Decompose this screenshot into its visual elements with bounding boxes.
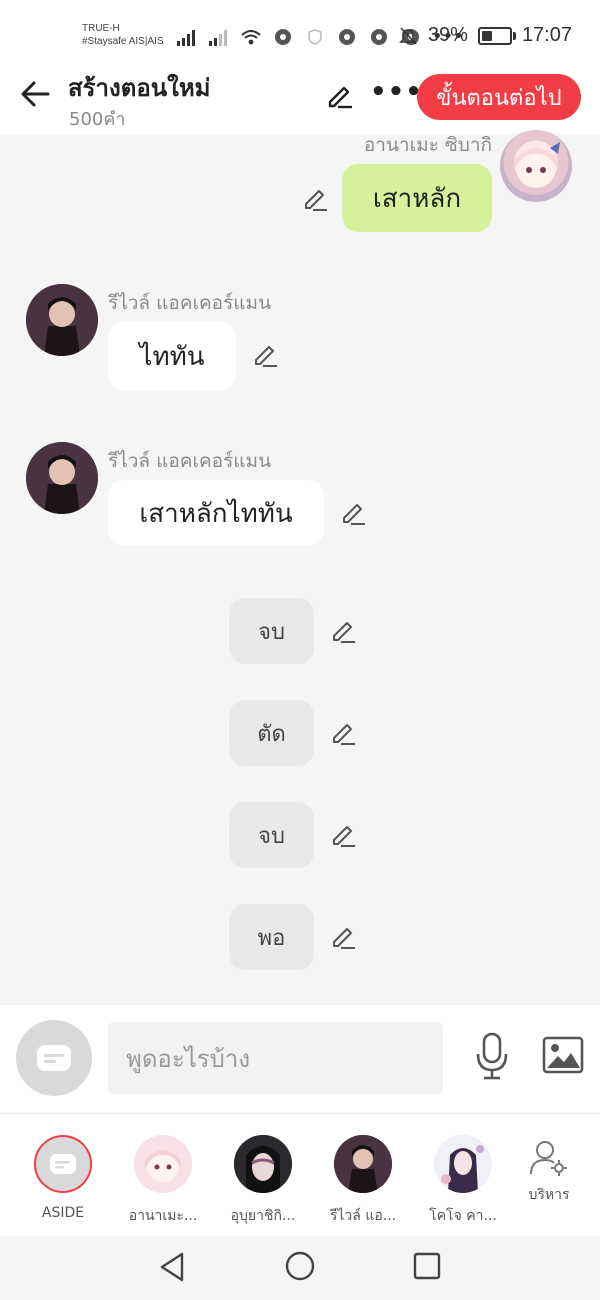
aside-avatar [34,1135,92,1193]
character-label: รีไวล์ แอ... [329,1208,397,1224]
chat-bubble-icon [50,1154,76,1174]
edit-narration-pencil-icon[interactable] [328,922,358,952]
image-icon[interactable] [542,1036,584,1074]
narration-bubble[interactable]: ตัด [229,700,314,766]
avatar-levi[interactable] [26,442,98,514]
avatar-anime-girl[interactable] [500,130,572,202]
avatar-anime-girl-icon [145,1150,181,1182]
edit-narration-pencil-icon[interactable] [328,616,358,646]
back-triangle-icon[interactable] [156,1250,188,1284]
character-anime-girl[interactable]: อานาเมะ... [118,1135,208,1227]
microphone-icon[interactable] [474,1032,510,1080]
avatar-kocho-icon [434,1135,492,1193]
message-input[interactable]: พูดอะไรบ้าง [108,1022,443,1094]
avatar-levi-icon [26,284,98,356]
battery-icon [477,26,516,45]
character-label: บริหาร [528,1187,570,1203]
battery-percent: 39% [427,24,468,46]
edit-title-pencil-icon[interactable] [324,80,354,110]
wifi-icon [241,29,261,44]
top-bar: สร้างตอนใหม่ 500คำ ••• ขั้นตอนต่อไป [0,62,600,134]
chrome-icon [371,28,387,45]
character-label: โคโจ คา... [429,1208,497,1224]
avatar [434,1135,492,1193]
more-options-icon[interactable]: ••• [370,79,423,105]
character-levi[interactable]: รีไวล์ แอ... [318,1135,408,1227]
chrome-icon [339,28,355,45]
avatar-levi-icon [26,442,98,514]
chrome-icon [275,28,291,45]
edit-narration-pencil-icon[interactable] [328,820,358,850]
edit-narration-pencil-icon[interactable] [328,718,358,748]
page-title: สร้างตอนใหม่ [68,74,211,102]
home-circle-icon[interactable] [284,1250,316,1282]
next-step-button[interactable]: ขั้นตอนต่อไป [417,74,581,120]
recents-square-icon[interactable] [412,1251,442,1281]
status-right: 39% 17:07 [398,24,572,47]
avatar [134,1135,192,1193]
character-ubuyashiki[interactable]: อุบุยาชิกิ... [218,1135,308,1227]
character-kocho[interactable]: โคโจ คา... [418,1135,508,1227]
shield-icon [308,28,322,45]
signal-icon [209,29,227,46]
back-arrow-icon[interactable] [18,76,54,112]
user-settings-icon [530,1141,567,1176]
battery-level [481,30,492,41]
clock: 17:07 [521,24,572,46]
speaker-name: รีไวล์ แอคเคอร์แมน [108,450,272,472]
bell-muted-icon [398,26,417,45]
carrier-info: TRUE-H #Staysafe AIS|AIS [82,23,164,47]
avatar-ubuyashiki-icon [234,1135,292,1193]
edit-message-pencil-icon[interactable] [300,184,330,214]
status-bar: TRUE-H #Staysafe AIS|AIS ••• 39% 17:07 [0,0,600,62]
edit-message-pencil-icon[interactable] [338,498,368,528]
speaker-name: รีไวล์ แอคเคอร์แมน [108,292,272,314]
character-aside[interactable]: ASIDE [18,1135,108,1221]
message-bubble[interactable]: เสาหลักไททัน [108,480,324,546]
aside-toggle-button[interactable] [16,1020,92,1096]
character-label: อานาเมะ... [128,1208,198,1224]
narration-bubble[interactable]: จบ [229,802,314,868]
edit-message-pencil-icon[interactable] [250,340,280,370]
character-label: ASIDE [41,1205,85,1221]
avatar-levi-icon [334,1135,392,1193]
speaker-name: อานาเมะ ซิบากิ [363,134,492,156]
avatar-levi[interactable] [26,284,98,356]
signal-icon [177,29,195,46]
chat-bubble-icon [37,1045,71,1071]
narration-bubble[interactable]: จบ [229,598,314,664]
avatar [334,1135,392,1193]
word-count: 500คำ [69,109,126,130]
avatar [234,1135,292,1193]
narration-bubble[interactable]: พอ [229,904,314,970]
message-bubble[interactable]: ไททัน [108,322,236,390]
character-label: อุบุยาชิกิ... [230,1208,296,1224]
system-nav-bar [0,1236,600,1300]
avatar-anime-girl-icon [514,142,560,188]
message-bubble[interactable]: เสาหลัก [342,164,492,232]
manage-characters-button[interactable]: บริหาร [504,1138,594,1206]
